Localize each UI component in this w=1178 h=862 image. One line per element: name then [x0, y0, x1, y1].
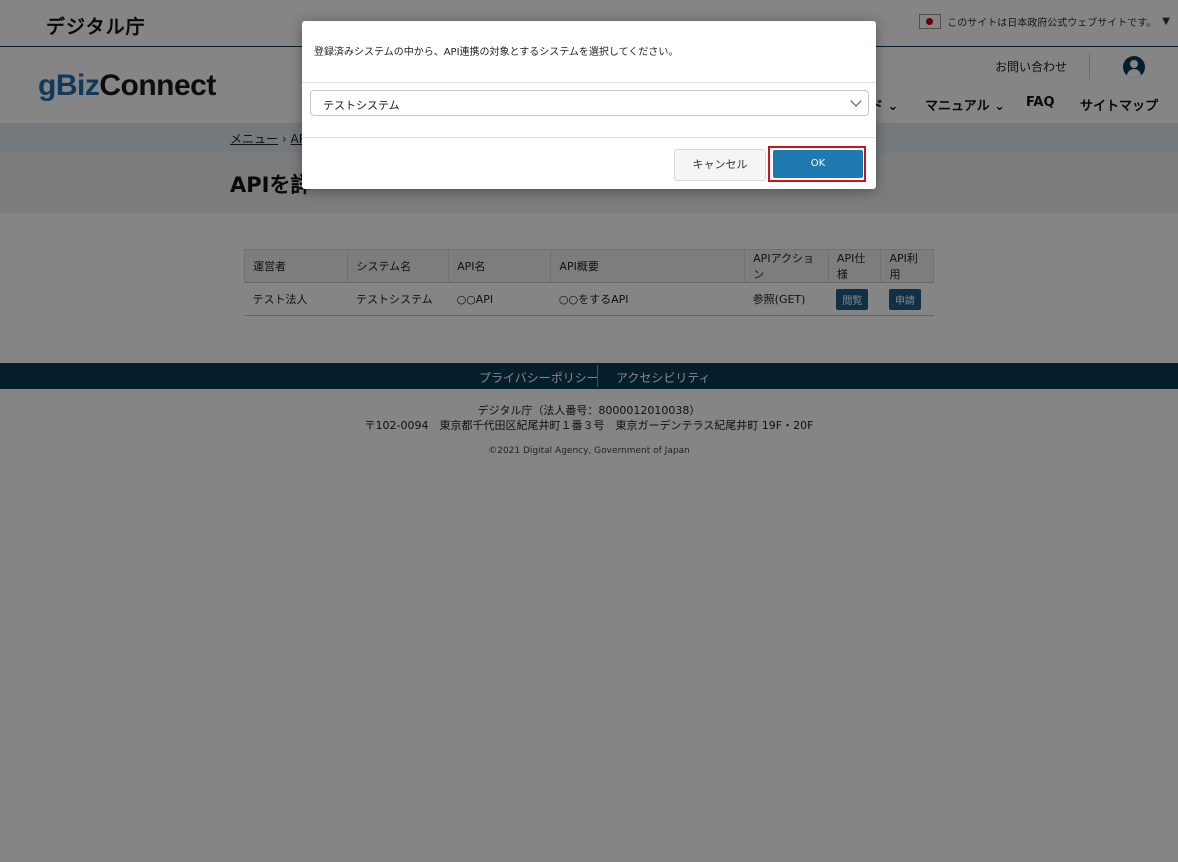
- cancel-button[interactable]: キャンセル: [674, 149, 766, 181]
- chevron-down-icon: [850, 95, 862, 107]
- modal-message: 登録済みシステムの中から、API連携の対象とするシステムを選択してください。: [314, 47, 679, 58]
- system-select-modal: 登録済みシステムの中から、API連携の対象とするシステムを選択してください。 テ…: [302, 21, 876, 189]
- modal-divider: [302, 82, 876, 83]
- system-select-dropdown[interactable]: テストシステム: [310, 90, 869, 116]
- modal-divider-footer: [302, 137, 876, 138]
- selected-system: テストシステム: [323, 99, 400, 112]
- ok-button[interactable]: OK: [773, 150, 863, 178]
